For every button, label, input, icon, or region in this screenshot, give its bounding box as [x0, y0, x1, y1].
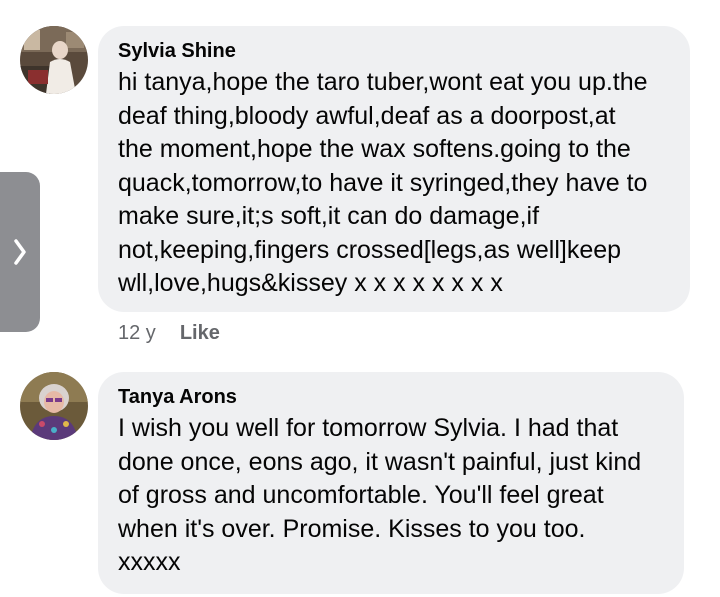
comment-bubble: Sylvia Shine hi tanya,hope the taro tube…	[98, 26, 690, 312]
comment-text: hi tanya,hope the taro tuber,wont eat yo…	[118, 68, 648, 297]
comment-sylvia: Sylvia Shine hi tanya,hope the taro tube…	[20, 26, 700, 356]
like-button[interactable]: Like	[180, 322, 220, 345]
avatar-tanya[interactable]	[20, 372, 88, 440]
comment-tanya: Tanya Arons I wish you well for tomorrow…	[20, 372, 700, 594]
avatar-sylvia[interactable]	[20, 26, 88, 94]
comment-author[interactable]: Sylvia Shine	[118, 38, 670, 64]
comment-actions: 12 y Like	[118, 322, 220, 345]
avatar-tanya-image	[20, 372, 88, 440]
comment-author[interactable]: Tanya Arons	[118, 384, 664, 410]
comment-bubble: Tanya Arons I wish you well for tomorrow…	[98, 372, 684, 594]
comment-thread: Sylvia Shine hi tanya,hope the taro tube…	[0, 0, 720, 597]
side-nav-tab[interactable]	[0, 172, 40, 332]
avatar-sylvia-image	[20, 26, 88, 94]
comment-text: I wish you well for tomorrow Sylvia. I h…	[118, 414, 642, 576]
chevron-right-icon	[14, 239, 26, 265]
comment-timestamp[interactable]: 12 y	[118, 322, 156, 345]
